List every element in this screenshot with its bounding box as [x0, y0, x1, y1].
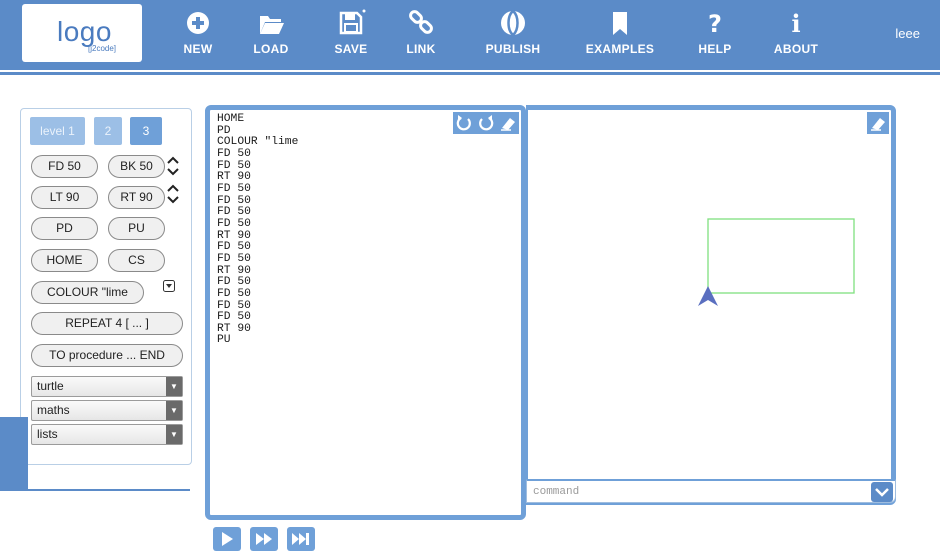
- turtle-arrow-icon: [698, 286, 718, 306]
- examples-label: EXAMPLES: [585, 42, 655, 56]
- maths-dropdown-label: maths: [37, 403, 70, 417]
- bk-button[interactable]: BK 50: [108, 155, 165, 178]
- lists-dropdown-label: lists: [37, 427, 58, 441]
- chevron-updown-icon[interactable]: [166, 155, 180, 177]
- eraser-icon[interactable]: [497, 112, 519, 134]
- command-bar: [526, 479, 896, 503]
- turtle-canvas[interactable]: [526, 105, 896, 505]
- chevron-down-icon: ▼: [166, 377, 182, 396]
- editor-toolbar: [453, 112, 519, 134]
- fast-forward-icon: [256, 533, 272, 545]
- new-button[interactable]: NEW: [178, 8, 218, 64]
- code-text[interactable]: HOME PD COLOUR "lime FD 50 FD 50 RT 90 F…: [217, 113, 298, 347]
- repeat-button[interactable]: REPEAT 4 [ ... ]: [31, 312, 183, 335]
- examples-button[interactable]: EXAMPLES: [585, 8, 655, 64]
- pd-button[interactable]: PD: [31, 217, 98, 240]
- run-fast-button[interactable]: [250, 527, 278, 551]
- command-input[interactable]: [533, 483, 863, 501]
- svg-text:i: i: [791, 9, 800, 38]
- command-history-chevron-icon[interactable]: [871, 482, 893, 502]
- home-button[interactable]: HOME: [31, 249, 98, 272]
- save-button[interactable]: SAVE: [331, 8, 371, 64]
- dropdown-toggle-icon[interactable]: [163, 280, 175, 292]
- rt-button[interactable]: RT 90: [108, 186, 165, 209]
- logo[interactable]: logo [j2code]: [22, 4, 142, 62]
- turtle-dropdown-label: turtle: [37, 379, 64, 393]
- username[interactable]: leee: [895, 26, 920, 41]
- lt-button[interactable]: LT 90: [31, 186, 98, 209]
- publish-label: PUBLISH: [485, 42, 541, 56]
- turtle-dropdown[interactable]: turtle ▼: [31, 376, 183, 397]
- app-root: logo [j2code] NEW LOAD SAVE LINK PUBLISH…: [0, 0, 940, 555]
- to-procedure-button[interactable]: TO procedure ... END: [31, 344, 183, 367]
- level-1-tab[interactable]: level 1: [30, 117, 85, 145]
- maths-dropdown[interactable]: maths ▼: [31, 400, 183, 421]
- svg-text:?: ?: [708, 10, 722, 38]
- skip-to-end-icon: [292, 533, 309, 545]
- redo-icon[interactable]: [475, 112, 497, 134]
- link-label: LINK: [406, 42, 436, 56]
- help-label: HELP: [698, 42, 732, 56]
- run-button[interactable]: [213, 527, 241, 551]
- lists-dropdown[interactable]: lists ▼: [31, 424, 183, 445]
- load-button[interactable]: LOAD: [249, 8, 293, 64]
- globe-icon: [501, 10, 525, 36]
- side-accent-bar: [0, 417, 28, 489]
- about-label: ABOUT: [773, 42, 819, 56]
- new-label: NEW: [183, 42, 213, 56]
- level-3-tab[interactable]: 3: [130, 117, 162, 145]
- command-palette: level 1 2 3 FD 50 BK 50 LT 90 RT 90 PD P…: [20, 108, 192, 465]
- bookmark-icon: [613, 12, 627, 35]
- play-icon: [222, 532, 233, 546]
- top-navbar: logo [j2code] NEW LOAD SAVE LINK PUBLISH…: [0, 0, 940, 70]
- plus-circle-icon: [187, 12, 209, 34]
- question-icon: ?: [708, 10, 722, 38]
- logo-subtext: [j2code]: [88, 44, 117, 53]
- about-button[interactable]: i ABOUT: [773, 8, 819, 64]
- pu-button[interactable]: PU: [108, 217, 165, 240]
- code-editor[interactable]: HOME PD COLOUR "lime FD 50 FD 50 RT 90 F…: [205, 105, 526, 520]
- cs-button[interactable]: CS: [108, 249, 165, 272]
- link-button[interactable]: LINK: [403, 8, 439, 64]
- save-label: SAVE: [334, 42, 368, 56]
- help-button[interactable]: ? HELP: [697, 8, 733, 64]
- floppy-disk-icon: [339, 9, 366, 35]
- navbar-divider: [0, 70, 940, 72]
- turtle-drawing-rectangle: [707, 218, 855, 294]
- side-accent-line: [0, 489, 190, 491]
- fd-button[interactable]: FD 50: [31, 155, 98, 178]
- chevron-down-icon: ▼: [166, 401, 182, 420]
- info-icon: i: [791, 9, 800, 38]
- run-end-button[interactable]: [287, 527, 315, 551]
- folder-open-icon: [260, 16, 284, 34]
- chevron-updown-icon[interactable]: [166, 183, 180, 205]
- drawing-surface: [698, 218, 855, 306]
- colour-button[interactable]: COLOUR "lime: [31, 281, 144, 304]
- level-2-tab[interactable]: 2: [94, 117, 122, 145]
- chevron-down-icon: ▼: [166, 425, 182, 444]
- undo-icon[interactable]: [453, 112, 475, 134]
- link-icon: [409, 10, 433, 34]
- load-label: LOAD: [253, 42, 289, 56]
- publish-button[interactable]: PUBLISH: [484, 8, 542, 64]
